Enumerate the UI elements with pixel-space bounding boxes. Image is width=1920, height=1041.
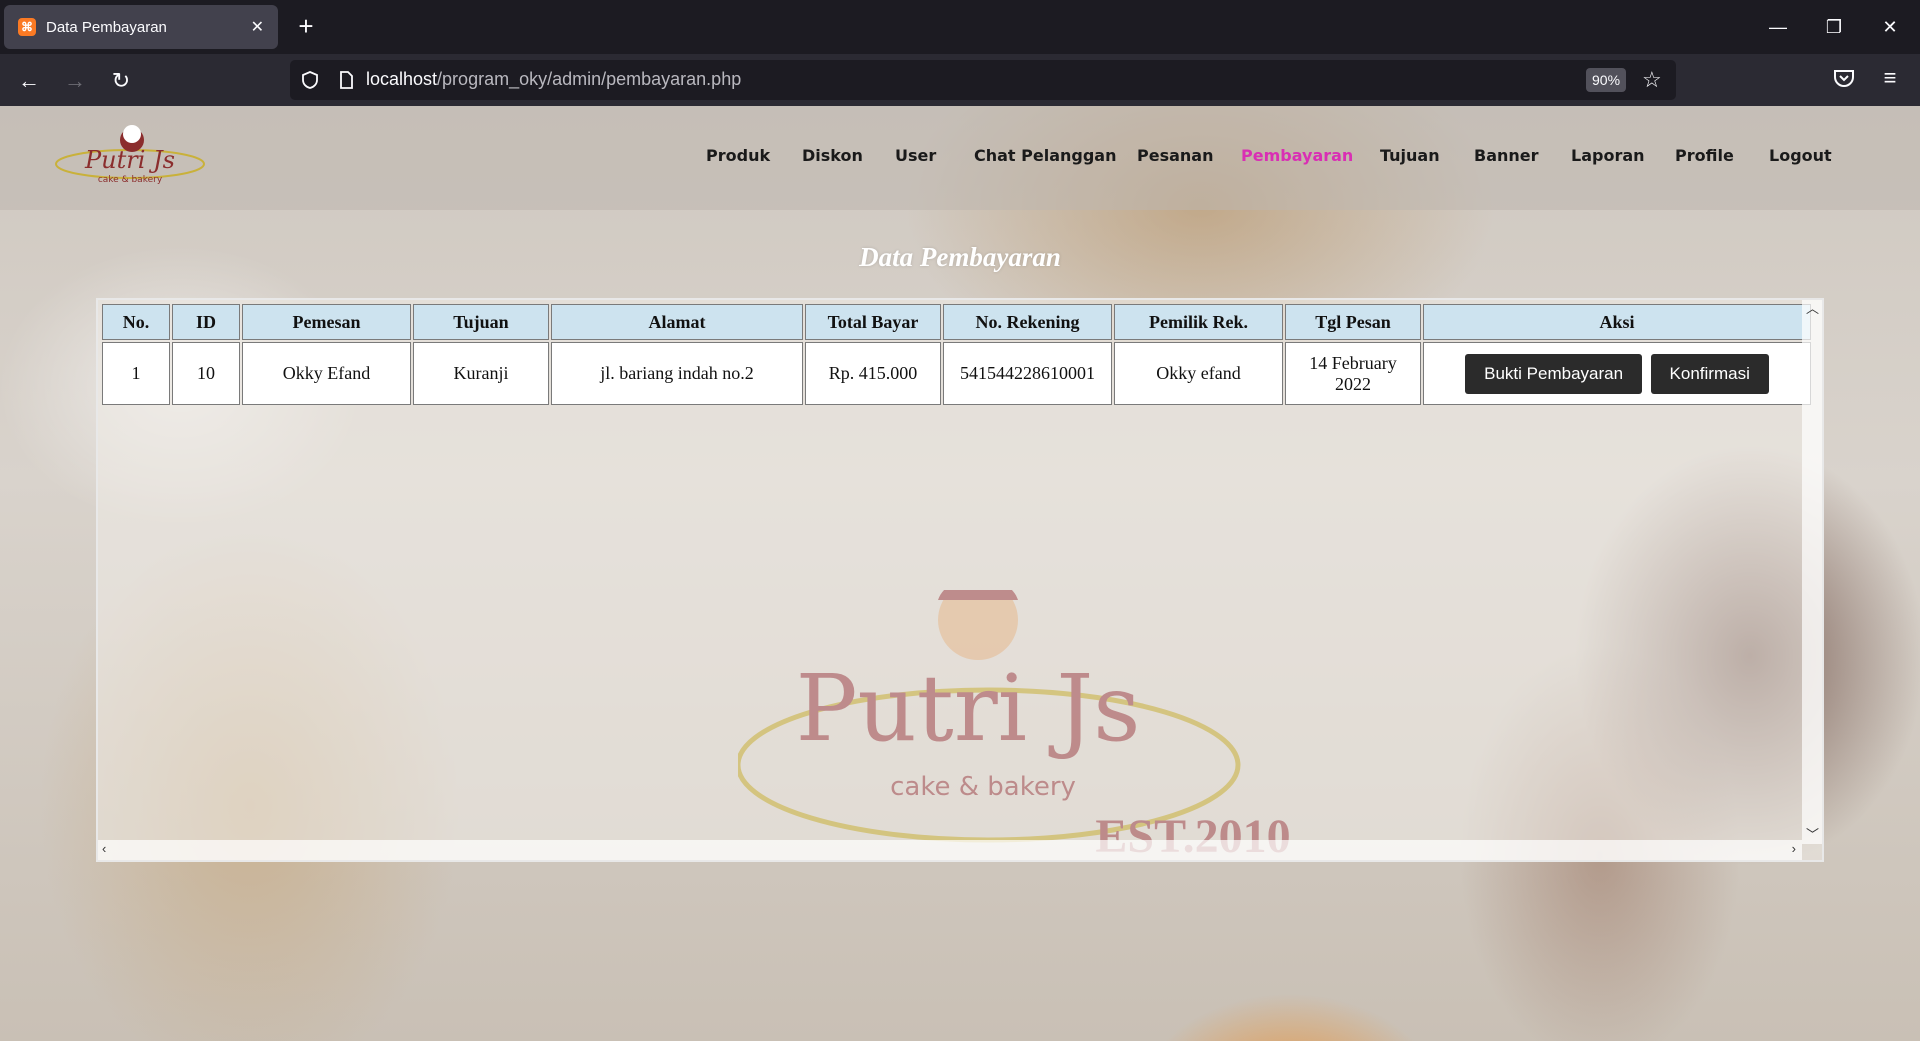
url-host: localhost (366, 69, 438, 89)
page-title: Data Pembayaran (859, 242, 1061, 272)
browser-tab[interactable]: ⌘ Data Pembayaran ✕ (4, 5, 278, 49)
cell-id: 10 (172, 342, 240, 405)
reload-button[interactable]: ↻ (106, 66, 136, 96)
watermark-tagline: cake & bakery (890, 772, 1076, 802)
url-text[interactable]: localhost/program_oky/admin/pembayaran.p… (366, 69, 741, 90)
scroll-left-icon[interactable]: ‹ (102, 842, 106, 856)
bookmark-star-icon[interactable]: ☆ (1642, 68, 1666, 92)
cell-pemesan: Okky Efand (242, 342, 411, 405)
zoom-level-badge[interactable]: 90% (1586, 68, 1627, 92)
back-button[interactable]: ← (14, 66, 44, 96)
xampp-favicon-icon: ⌘ (18, 18, 36, 36)
table-header-row: No. ID Pemesan Tujuan Alamat Total Bayar… (102, 304, 1811, 340)
horizontal-scrollbar[interactable]: ‹ › (98, 840, 1802, 860)
page-viewport: Putri Js cake & bakery Produk Diskon Use… (0, 106, 1920, 1041)
cell-aksi: Bukti Pembayaran Konfirmasi (1423, 342, 1811, 405)
menu-item-logout[interactable]: Logout (1769, 146, 1832, 165)
menu-item-tujuan[interactable]: Tujuan (1380, 146, 1440, 165)
col-header-aksi: Aksi (1423, 304, 1811, 340)
col-header-tgl-pesan: Tgl Pesan (1285, 304, 1421, 340)
close-tab-icon[interactable]: ✕ (251, 17, 264, 37)
forward-button[interactable]: → (60, 66, 90, 96)
watermark-logo: Putri Js cake & bakery EST.2010 (738, 590, 1291, 863)
shield-icon[interactable] (300, 70, 320, 90)
cell-alamat: jl. bariang indah no.2 (551, 342, 803, 405)
vertical-scrollbar[interactable]: ︿ ﹀ (1802, 300, 1822, 844)
table-scroll-panel[interactable]: Putri Js cake & bakery EST.2010 No. ID P… (96, 298, 1824, 863)
cell-no: 1 (102, 342, 170, 405)
menu-item-profile[interactable]: Profile (1675, 146, 1734, 165)
col-header-total-bayar: Total Bayar (805, 304, 941, 340)
browser-tab-bar: ⌘ Data Pembayaran ✕ + — ❐ ✕ (0, 0, 1920, 54)
cell-pemilik-rek: Okky efand (1114, 342, 1283, 405)
hamburger-menu-icon[interactable]: ≡ (1878, 66, 1902, 90)
col-header-tujuan: Tujuan (413, 304, 549, 340)
watermark-brand: Putri Js (796, 655, 1141, 762)
scroll-down-icon[interactable]: ﹀ (1806, 828, 1819, 842)
page-icon[interactable] (336, 70, 356, 90)
menu-item-banner[interactable]: Banner (1474, 146, 1539, 165)
col-header-pemilik-rek: Pemilik Rek. (1114, 304, 1283, 340)
close-window-icon[interactable]: ✕ (1870, 12, 1910, 42)
col-header-pemesan: Pemesan (242, 304, 411, 340)
cell-total-bayar: Rp. 415.000 (805, 342, 941, 405)
address-bar[interactable]: localhost/program_oky/admin/pembayaran.p… (290, 60, 1676, 100)
menu-item-laporan[interactable]: Laporan (1571, 146, 1645, 165)
menu-item-produk[interactable]: Produk (706, 146, 770, 165)
col-header-alamat: Alamat (551, 304, 803, 340)
main-menu: Produk Diskon User Chat Pelanggan Pesana… (0, 146, 1920, 176)
menu-item-user[interactable]: User (895, 146, 936, 165)
pocket-icon[interactable] (1832, 66, 1856, 90)
cell-no-rekening: 541544228610001 (943, 342, 1112, 405)
browser-nav-bar: ← → ↻ localhost/program_oky/admin/pembay… (0, 54, 1920, 106)
new-tab-button[interactable]: + (292, 12, 320, 40)
col-header-no-rekening: No. Rekening (943, 304, 1112, 340)
scroll-right-icon[interactable]: › (1792, 842, 1796, 856)
scroll-up-icon[interactable]: ︿ (1806, 302, 1819, 316)
konfirmasi-button[interactable]: Konfirmasi (1650, 353, 1769, 394)
cell-tgl-pesan: 14 February 2022 (1285, 342, 1421, 405)
minimize-icon[interactable]: — (1758, 12, 1798, 42)
col-header-id: ID (172, 304, 240, 340)
restore-icon[interactable]: ❐ (1814, 12, 1854, 42)
bukti-pembayaran-button[interactable]: Bukti Pembayaran (1465, 353, 1643, 394)
payment-table: No. ID Pemesan Tujuan Alamat Total Bayar… (100, 302, 1813, 407)
menu-item-pesanan[interactable]: Pesanan (1137, 146, 1213, 165)
cell-tujuan: Kuranji (413, 342, 549, 405)
menu-item-diskon[interactable]: Diskon (802, 146, 863, 165)
url-path: /program_oky/admin/pembayaran.php (437, 69, 742, 89)
col-header-no: No. (102, 304, 170, 340)
logo-subtext: cake & bakery (98, 175, 163, 185)
table-row: 1 10 Okky Efand Kuranji jl. bariang inda… (102, 342, 1811, 405)
menu-item-pembayaran[interactable]: Pembayaran (1241, 146, 1353, 165)
tab-title: Data Pembayaran (46, 18, 167, 36)
menu-item-chat-pelanggan[interactable]: Chat Pelanggan (974, 146, 1117, 165)
